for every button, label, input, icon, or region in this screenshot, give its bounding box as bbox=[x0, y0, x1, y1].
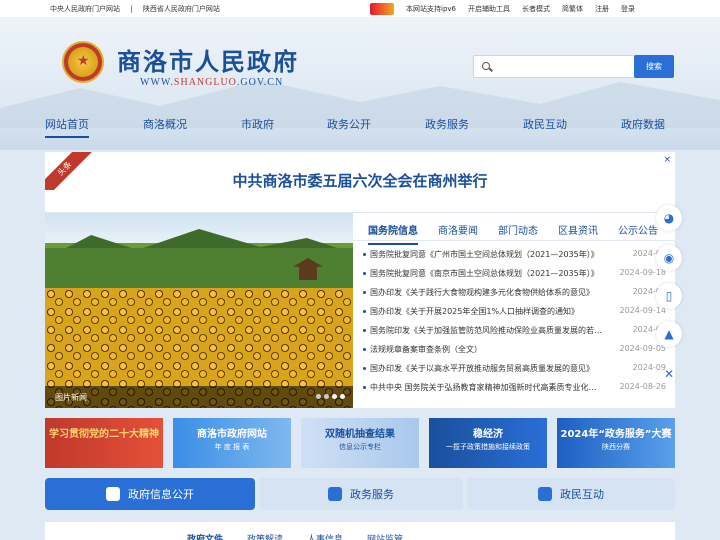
tab-gov-services[interactable]: 政务服务 bbox=[259, 478, 463, 510]
carousel-dot[interactable] bbox=[340, 394, 345, 399]
search-input[interactable] bbox=[473, 55, 635, 78]
top-bar: 中央人民政府门户网站 | 陕西省人民政府门户网站 本网站支持ipv6 开启辅助工… bbox=[0, 0, 720, 17]
banner-20th-congress[interactable]: 学习贯彻党的二十大精神 bbox=[45, 418, 163, 468]
search-button[interactable]: 搜索 bbox=[634, 55, 674, 78]
banner-random-inspection[interactable]: 双随机抽查结果 信息公示专栏 bbox=[301, 418, 419, 468]
list-item[interactable]: 法规规章备案审查条例（全文） 2024-09-05 bbox=[361, 344, 666, 363]
list-item[interactable]: 国办印发《关于开展2025年全国1%人口抽样调查的通知》 2024-09-14 bbox=[361, 306, 666, 325]
link-shaanxi-gov[interactable]: 陕西省人民政府门户网站 bbox=[143, 5, 220, 13]
sub-tabs: 政府文件 政策解读 人事信息 网站监管 bbox=[45, 522, 675, 540]
photo-caption: 图片新闻 bbox=[55, 393, 87, 402]
national-emblem-icon: ★ bbox=[62, 41, 104, 83]
nav-city-gov[interactable]: 市政府 bbox=[241, 116, 274, 132]
banner-annual-report[interactable]: 商洛市政府网站年 度 报 表 bbox=[173, 418, 291, 468]
section-tabs: 政府信息公开 政务服务 政民互动 bbox=[45, 478, 675, 510]
nav-overview[interactable]: 商洛概况 bbox=[143, 116, 187, 132]
list-item[interactable]: 国务院印发《关于加强监管防范风险推动保险业高质量发展的若干意见》 2024-09 bbox=[361, 325, 666, 344]
wechat-icon[interactable]: ◕ bbox=[656, 205, 682, 231]
news-panel: 国务院信息 商洛要闻 部门动态 区县资讯 公示公告 国务院批复同意《广州市国土空… bbox=[353, 213, 675, 408]
simp-trad-link[interactable]: 简繁体 bbox=[562, 4, 583, 14]
tab-dept-news[interactable]: 部门动态 bbox=[498, 222, 538, 237]
list-item[interactable]: 国务院批复同意《广州市国土空间总体规划（2021—2035年）》 2024-09 bbox=[361, 249, 666, 268]
photo-news[interactable]: 图片新闻 bbox=[45, 213, 353, 408]
weibo-badge-icon[interactable] bbox=[370, 3, 394, 15]
document-icon bbox=[106, 487, 120, 501]
carousel-dots[interactable] bbox=[313, 394, 345, 399]
tab-shangluo-news[interactable]: 商洛要闻 bbox=[438, 222, 478, 237]
link-central-gov[interactable]: 中央人民政府门户网站 bbox=[50, 5, 120, 13]
tab-personnel[interactable]: 人事信息 bbox=[307, 532, 343, 540]
mobile-icon[interactable]: ▯ bbox=[656, 283, 682, 309]
photo-caption-bar: 图片新闻 bbox=[45, 386, 353, 408]
carousel-dot[interactable] bbox=[332, 394, 337, 399]
carousel-dot[interactable] bbox=[316, 394, 321, 399]
nav-gov-data[interactable]: 政府数据 bbox=[621, 116, 665, 132]
tab-site-supervision[interactable]: 网站监管 bbox=[367, 532, 403, 540]
elder-mode-link[interactable]: 长者模式 bbox=[522, 4, 550, 14]
tab-announcements[interactable]: 公示公告 bbox=[618, 222, 658, 237]
tab-gov-files[interactable]: 政府文件 bbox=[187, 532, 223, 540]
nav-interaction[interactable]: 政民互动 bbox=[523, 116, 567, 132]
back-to-top-icon[interactable]: ▲ bbox=[656, 321, 682, 347]
list-item[interactable]: 国务院批复同意《南京市国土空间总体规划（2021—2035年）》 2024-09-… bbox=[361, 268, 666, 287]
headline-title[interactable]: 中共商洛市委五届六次全会在商州举行 bbox=[45, 170, 675, 191]
site-title: 商洛市人民政府 bbox=[117, 47, 299, 76]
tab-county-news[interactable]: 区县资讯 bbox=[558, 222, 598, 237]
tab-state-council[interactable]: 国务院信息 bbox=[368, 222, 418, 245]
assist-tool-link[interactable]: 开启辅助工具 bbox=[468, 4, 510, 14]
carousel-dot[interactable] bbox=[324, 394, 329, 399]
close-icon[interactable]: × bbox=[663, 155, 671, 165]
search-icon bbox=[482, 62, 490, 70]
main-nav: 网站首页 商洛概况 市政府 政务公开 政务服务 政民互动 政府数据 bbox=[0, 116, 720, 138]
nav-gov-affairs[interactable]: 政务公开 bbox=[327, 116, 371, 132]
tab-info-disclosure[interactable]: 政府信息公开 bbox=[45, 478, 255, 510]
login-link[interactable]: 登录 bbox=[621, 4, 635, 14]
handshake-icon bbox=[328, 487, 342, 501]
list-item[interactable]: 中共中央 国务院关于弘扬教育家精神加强新时代高素质专业化教师队伍建设的意见202… bbox=[361, 382, 666, 401]
register-link[interactable]: 注册 bbox=[595, 4, 609, 14]
tab-interaction[interactable]: 政民互动 bbox=[467, 478, 675, 510]
promo-banners: 学习贯彻党的二十大精神 商洛市政府网站年 度 报 表 双随机抽查结果 信息公示专栏… bbox=[45, 418, 675, 468]
ipv6-label: 本网站支持ipv6 bbox=[406, 5, 456, 13]
nav-home[interactable]: 网站首页 bbox=[45, 116, 89, 138]
list-item[interactable]: 国办印发《关于践行大食物观构建多元化食物供给体系的意见》 2024-09 bbox=[361, 287, 666, 306]
nav-gov-services[interactable]: 政务服务 bbox=[425, 116, 469, 132]
close-icon[interactable]: ✕ bbox=[656, 361, 682, 387]
news-tabs: 国务院信息 商洛要闻 部门动态 区县资讯 公示公告 bbox=[353, 213, 675, 245]
headline-banner: 头条 中共商洛市委五届六次全会在商州举行 × bbox=[45, 152, 675, 212]
interaction-icon bbox=[538, 487, 552, 501]
site-url: WWW.SHANGLUO.GOV.CN bbox=[140, 77, 284, 88]
news-list: 国务院批复同意《广州市国土空间总体规划（2021—2035年）》 2024-09 … bbox=[361, 249, 666, 401]
tab-policy-interpretation[interactable]: 政策解读 bbox=[247, 532, 283, 540]
banner-gov-service-contest[interactable]: 2024年“政务服务”大赛 陕西分赛 bbox=[557, 418, 675, 468]
list-item[interactable]: 国办印发《关于以高水平开放推动服务贸易高质量发展的意见》 2024-09 bbox=[361, 363, 666, 382]
banner-stable-economy[interactable]: 稳经济 一揽子政策措施和接续政策 bbox=[429, 418, 547, 468]
weibo-icon[interactable]: ◉ bbox=[656, 245, 682, 271]
